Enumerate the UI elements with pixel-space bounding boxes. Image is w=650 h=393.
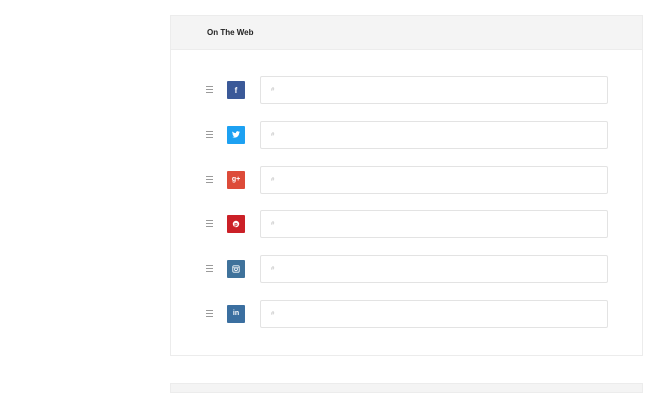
social-link-row-instagram (171, 255, 642, 284)
on-the-web-panel: On The Web f g+ (170, 15, 643, 356)
panel-header: On The Web (171, 16, 642, 50)
twitter-url-input[interactable] (260, 120, 608, 149)
camera-icon (232, 265, 240, 273)
twitter-icon[interactable] (227, 125, 245, 144)
linkedin-url-input[interactable] (260, 299, 608, 328)
drag-handle-icon[interactable] (206, 265, 213, 273)
google-plus-url-input[interactable] (260, 165, 608, 194)
social-link-row-linkedin: in (171, 299, 642, 328)
facebook-url-input[interactable] (260, 76, 608, 104)
social-link-row-twitter (171, 120, 642, 149)
drag-handle-icon[interactable] (206, 175, 213, 183)
pinterest-url-input[interactable] (260, 210, 608, 239)
pinterest-icon[interactable]: p (227, 215, 245, 234)
panel-title: On The Web (207, 28, 254, 37)
drag-handle-icon[interactable] (206, 220, 213, 228)
drag-handle-icon[interactable] (206, 130, 213, 138)
social-link-row-facebook: f (171, 76, 642, 104)
google-plus-icon[interactable]: g+ (227, 170, 245, 189)
next-panel-header (170, 383, 643, 393)
linkedin-icon[interactable]: in (227, 304, 245, 323)
instagram-icon[interactable] (227, 260, 245, 279)
pinterest-p-icon: p (232, 221, 240, 228)
svg-text:p: p (234, 222, 238, 228)
drag-handle-icon[interactable] (206, 309, 213, 317)
drag-handle-icon[interactable] (206, 86, 213, 93)
instagram-url-input[interactable] (260, 255, 608, 284)
social-links-list: f g+ p (171, 76, 642, 345)
twitter-bird-icon (232, 131, 240, 138)
social-link-row-google-plus: g+ (171, 165, 642, 194)
facebook-icon[interactable]: f (227, 81, 245, 99)
social-link-row-pinterest: p (171, 210, 642, 239)
